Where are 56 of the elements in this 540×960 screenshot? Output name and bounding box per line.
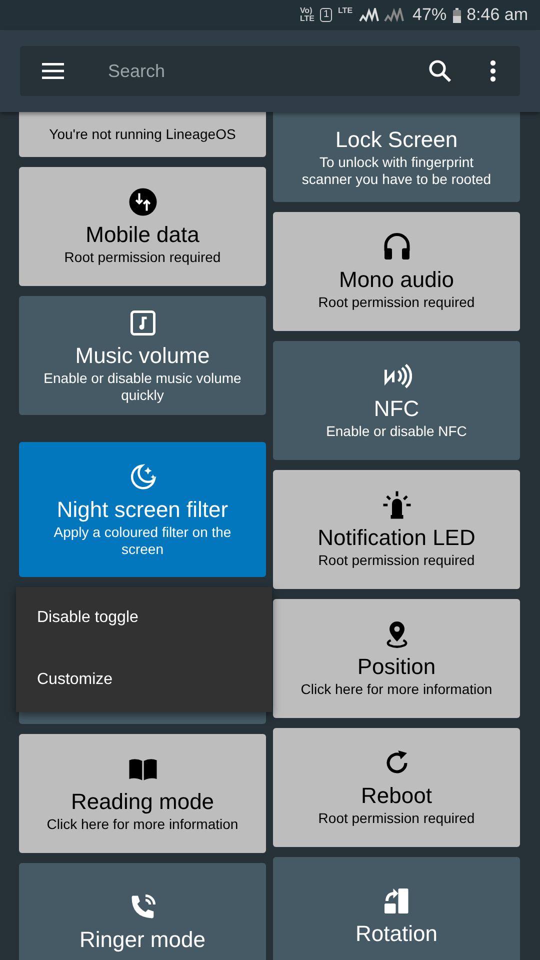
toggle-tile[interactable]: Mono audio Root permission required [273,212,520,331]
network-type: LTE [338,6,353,15]
menu-item[interactable]: Customize [16,649,272,711]
battery-icon [452,8,461,22]
tile-title: Reboot [361,782,432,810]
toggle-tile[interactable]: Rotation [273,857,520,960]
toggle-tile[interactable]: Notification LED Root permission required [273,470,520,589]
tile-title: Reading mode [70,788,214,816]
tile-title: Rotation [356,920,438,948]
clock: 8:46 am [466,5,528,25]
search-icon[interactable] [428,59,452,83]
tile-description: To unlock with fingerprint scanner you have to be rooted [300,154,492,188]
tile-title: Night screen filter [56,496,228,524]
toggle-tile[interactable]: Night screen filter Apply a coloured filter on the screen [19,442,266,577]
toggle-tile[interactable]: NFC Enable or disable NFC [273,341,520,460]
tile-description: Click here for more information [46,816,238,833]
rotation-icon [382,886,412,916]
sim-indicator: 1 [320,8,332,22]
bulb-icon [382,490,412,520]
tile-description: Root permission required [318,552,475,569]
signal-icon [358,8,407,22]
tile-title: Ringer mode [80,926,206,954]
toggle-tile[interactable]: Ringer mode [19,863,266,960]
toggle-tile[interactable]: Reading mode Click here for more information [19,734,266,853]
tile-description: You're not running LineageOS [49,126,236,143]
tile-title: NFC [374,395,420,423]
toggle-tile[interactable]: Position Click here for more information [273,599,520,718]
toggle-tile[interactable]: Music volume Enable or disable music volume quickly [19,296,266,415]
tile-description: Root permission required [318,810,475,827]
tile-description: Root permission required [64,249,221,266]
toggle-tile[interactable]: Reboot Root permission required [273,728,520,847]
tile-description: Enable or disable music volume quickly [42,370,242,404]
menu-item[interactable]: Disable toggle [16,587,272,649]
tile-description: Apply a coloured filter on the screen [52,524,232,558]
tile-title: Mono audio [339,266,454,294]
music-note-icon [128,308,158,338]
tile-description: Root permission required [318,294,475,311]
tile-title: Music volume [75,342,210,370]
toggle-tile[interactable]: Lock Screen To unlock with fingerprint scanner you have to be rooted [273,112,520,202]
search-field[interactable]: Search [106,60,428,82]
tile-description: Click here for more information [300,681,492,698]
search-bar[interactable]: Search [20,46,520,96]
tile-title: Lock Screen [335,126,458,154]
toggle-tile[interactable]: Mobile data Root permission required [19,167,266,286]
more-options-icon[interactable] [490,60,496,82]
menu-icon[interactable] [42,63,64,79]
headphones-icon [382,232,412,262]
volte-indicator: Vo) LTE [300,7,314,23]
tile-title: Mobile data [86,221,200,249]
tile-description: Enable or disable NFC [326,423,467,440]
nfc-icon [382,361,412,391]
tile-title: Notification LED [318,524,476,552]
tile-title: Position [357,653,436,681]
battery-percent: 47% [412,5,447,25]
toggle-tile[interactable]: You're not running LineageOS [19,112,266,157]
arrows-icon [128,187,158,217]
